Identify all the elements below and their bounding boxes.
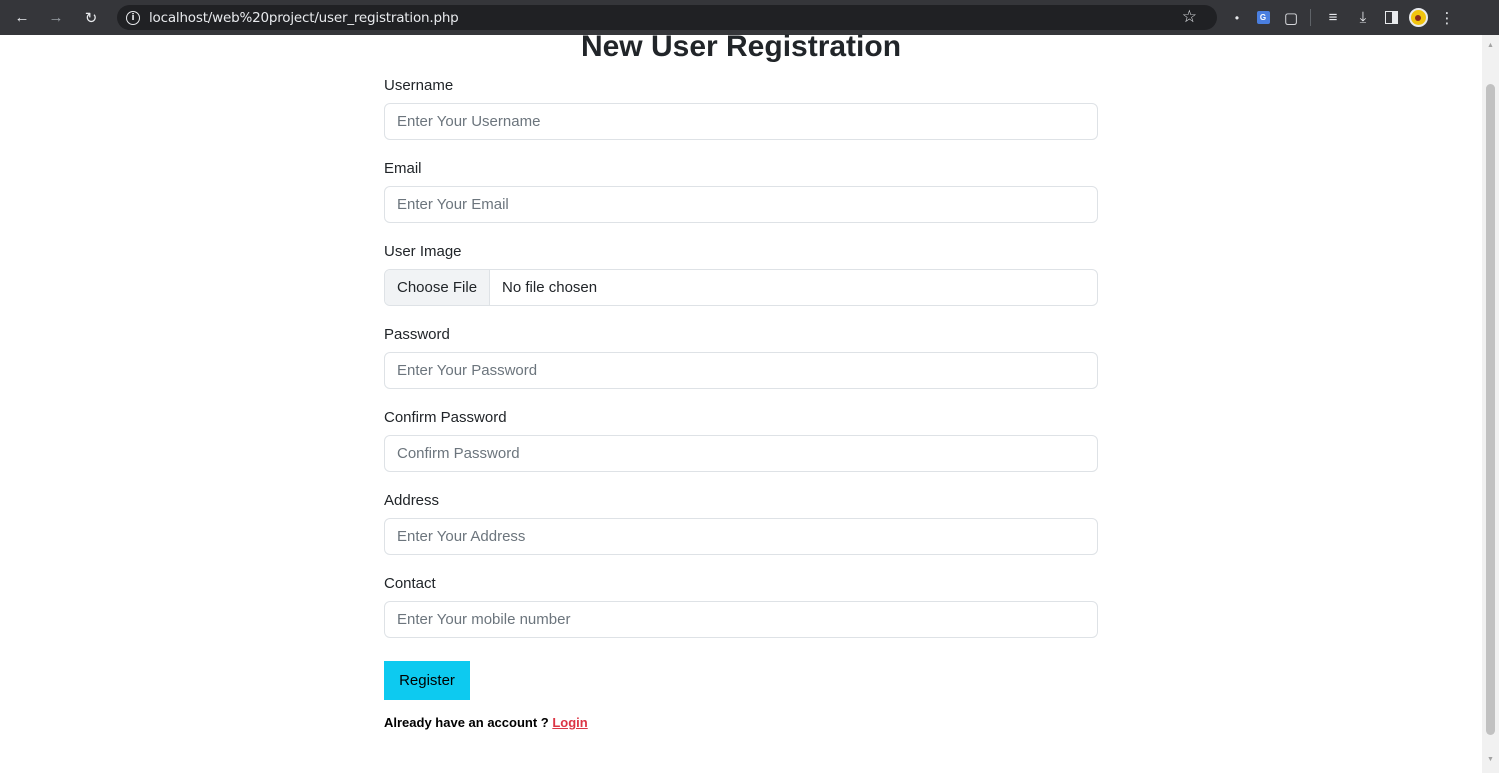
page-title: New User Registration <box>580 30 902 63</box>
username-input[interactable] <box>384 103 1098 140</box>
email-label: Email <box>384 160 422 177</box>
login-prompt: Already have an account ? Login <box>384 715 588 730</box>
file-status-text: No file chosen <box>502 279 598 296</box>
address-input[interactable] <box>384 518 1098 555</box>
reading-list-icon[interactable]: ≡ <box>1322 0 1344 35</box>
info-icon[interactable]: i <box>126 10 140 25</box>
password-input[interactable] <box>384 352 1098 389</box>
page-scrollbar[interactable]: ▲ ▼ <box>1482 35 1499 773</box>
login-link[interactable]: Login <box>552 715 587 730</box>
scroll-up-icon[interactable]: ▲ <box>1482 39 1499 53</box>
download-icon[interactable]: ⤓ <box>1352 0 1374 35</box>
confirm-password-input[interactable] <box>384 435 1098 472</box>
username-label: Username <box>384 77 454 94</box>
email-input[interactable] <box>384 186 1098 223</box>
password-label: Password <box>384 326 450 343</box>
scrollbar-thumb[interactable] <box>1486 84 1495 735</box>
contact-input[interactable] <box>384 601 1098 638</box>
url-text[interactable]: localhost/web%20project/user_registratio… <box>149 10 459 26</box>
user-image-label: User Image <box>384 243 462 260</box>
register-button[interactable]: Register <box>384 661 470 700</box>
confirm-password-label: Confirm Password <box>384 409 507 426</box>
contact-label: Contact <box>384 575 436 592</box>
address-bar[interactable]: i localhost/web%20project/user_registrat… <box>117 5 1217 30</box>
extension-icon[interactable]: • <box>1226 0 1248 35</box>
side-panel-icon[interactable] <box>1380 0 1402 35</box>
address-label: Address <box>384 492 440 509</box>
translate-extension-icon[interactable]: G <box>1252 0 1274 35</box>
login-prompt-text: Already have an account ? <box>384 715 553 730</box>
scroll-down-icon[interactable]: ▼ <box>1482 753 1499 767</box>
menu-kebab-icon[interactable]: ⋮ <box>1436 0 1458 35</box>
toolbar-divider <box>1310 9 1311 26</box>
forward-icon[interactable]: → <box>45 0 67 35</box>
choose-file-button[interactable]: Choose File <box>385 270 491 305</box>
profile-avatar-icon[interactable] <box>1407 0 1429 35</box>
back-icon[interactable]: ← <box>11 0 33 35</box>
reload-icon[interactable]: ↻ <box>80 0 102 35</box>
puzzle-extensions-icon[interactable]: ▢ <box>1280 0 1302 35</box>
user-image-file-input[interactable]: Choose File No file chosen <box>384 269 1098 306</box>
bookmark-star-icon[interactable]: ☆ <box>1182 7 1197 27</box>
